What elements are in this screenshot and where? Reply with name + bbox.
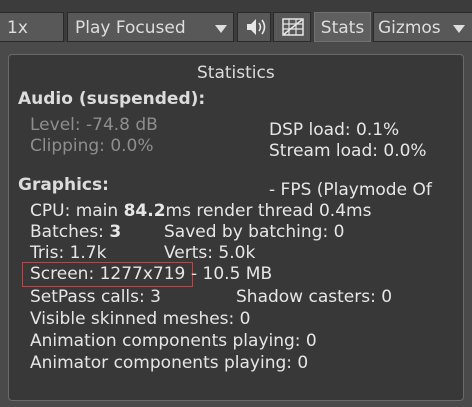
batches-readout: Batches: 3 xyxy=(30,222,121,242)
saved-by-batching: Saved by batching: 0 xyxy=(164,222,345,242)
speaker-icon xyxy=(247,19,266,35)
scale-slider[interactable]: 1x xyxy=(0,12,64,42)
cpu-main-value: 84.2 xyxy=(123,201,166,221)
gizmos-dropdown[interactable]: Gizmos xyxy=(373,12,472,42)
screen-resolution: Screen: 1277x719 xyxy=(30,264,186,284)
mute-audio-button[interactable] xyxy=(237,12,271,42)
play-mode-dropdown[interactable]: Play Focused xyxy=(67,12,234,42)
batches-prefix: Batches: xyxy=(30,222,110,242)
verts-readout: Verts: 5.0k xyxy=(164,243,256,263)
setpass-calls: SetPass calls: 3 xyxy=(30,287,161,307)
animation-components: Animation components playing: 0 xyxy=(30,331,317,351)
grid-toggle-icon xyxy=(282,18,304,36)
chevron-down-icon xyxy=(215,25,227,33)
cpu-readout: CPU: main 84.2ms render thread 0.4ms xyxy=(30,201,371,221)
screen-memory: - 10.5 MB xyxy=(191,264,273,284)
grid-toggle-button[interactable] xyxy=(273,12,311,42)
stream-load: Stream load: 0.0% xyxy=(269,141,427,161)
chevron-down-icon xyxy=(453,25,465,33)
animator-components: Animator components playing: 0 xyxy=(30,353,309,373)
visible-skinned-meshes: Visible skinned meshes: 0 xyxy=(30,309,251,329)
cpu-prefix: CPU: main xyxy=(30,201,124,221)
audio-level: Level: -74.8 dB xyxy=(30,115,158,135)
shadow-casters: Shadow casters: 0 xyxy=(236,287,393,307)
panel-title: Statistics xyxy=(197,63,275,83)
stats-toggle-button[interactable]: Stats xyxy=(314,12,371,42)
batches-value: 3 xyxy=(109,222,122,242)
game-view-toolbar: 1x Play Focused Stats Gizmos xyxy=(0,0,472,42)
scale-label: 1x xyxy=(7,18,28,38)
statistics-panel: Statistics Audio (suspended): Level: -74… xyxy=(8,54,464,401)
stats-label: Stats xyxy=(320,18,365,38)
gizmos-label: Gizmos xyxy=(378,18,441,38)
audio-clipping: Clipping: 0.0% xyxy=(30,136,154,156)
tris-readout: Tris: 1.7k xyxy=(30,243,107,263)
cpu-suffix: ms render thread 0.4ms xyxy=(165,201,372,221)
dsp-load: DSP load: 0.1% xyxy=(269,120,400,140)
audio-header: Audio (suspended): xyxy=(18,89,206,109)
graphics-header: Graphics: xyxy=(18,175,109,195)
fps-readout: - FPS (Playmode Of xyxy=(269,180,432,200)
play-mode-label: Play Focused xyxy=(75,18,186,38)
